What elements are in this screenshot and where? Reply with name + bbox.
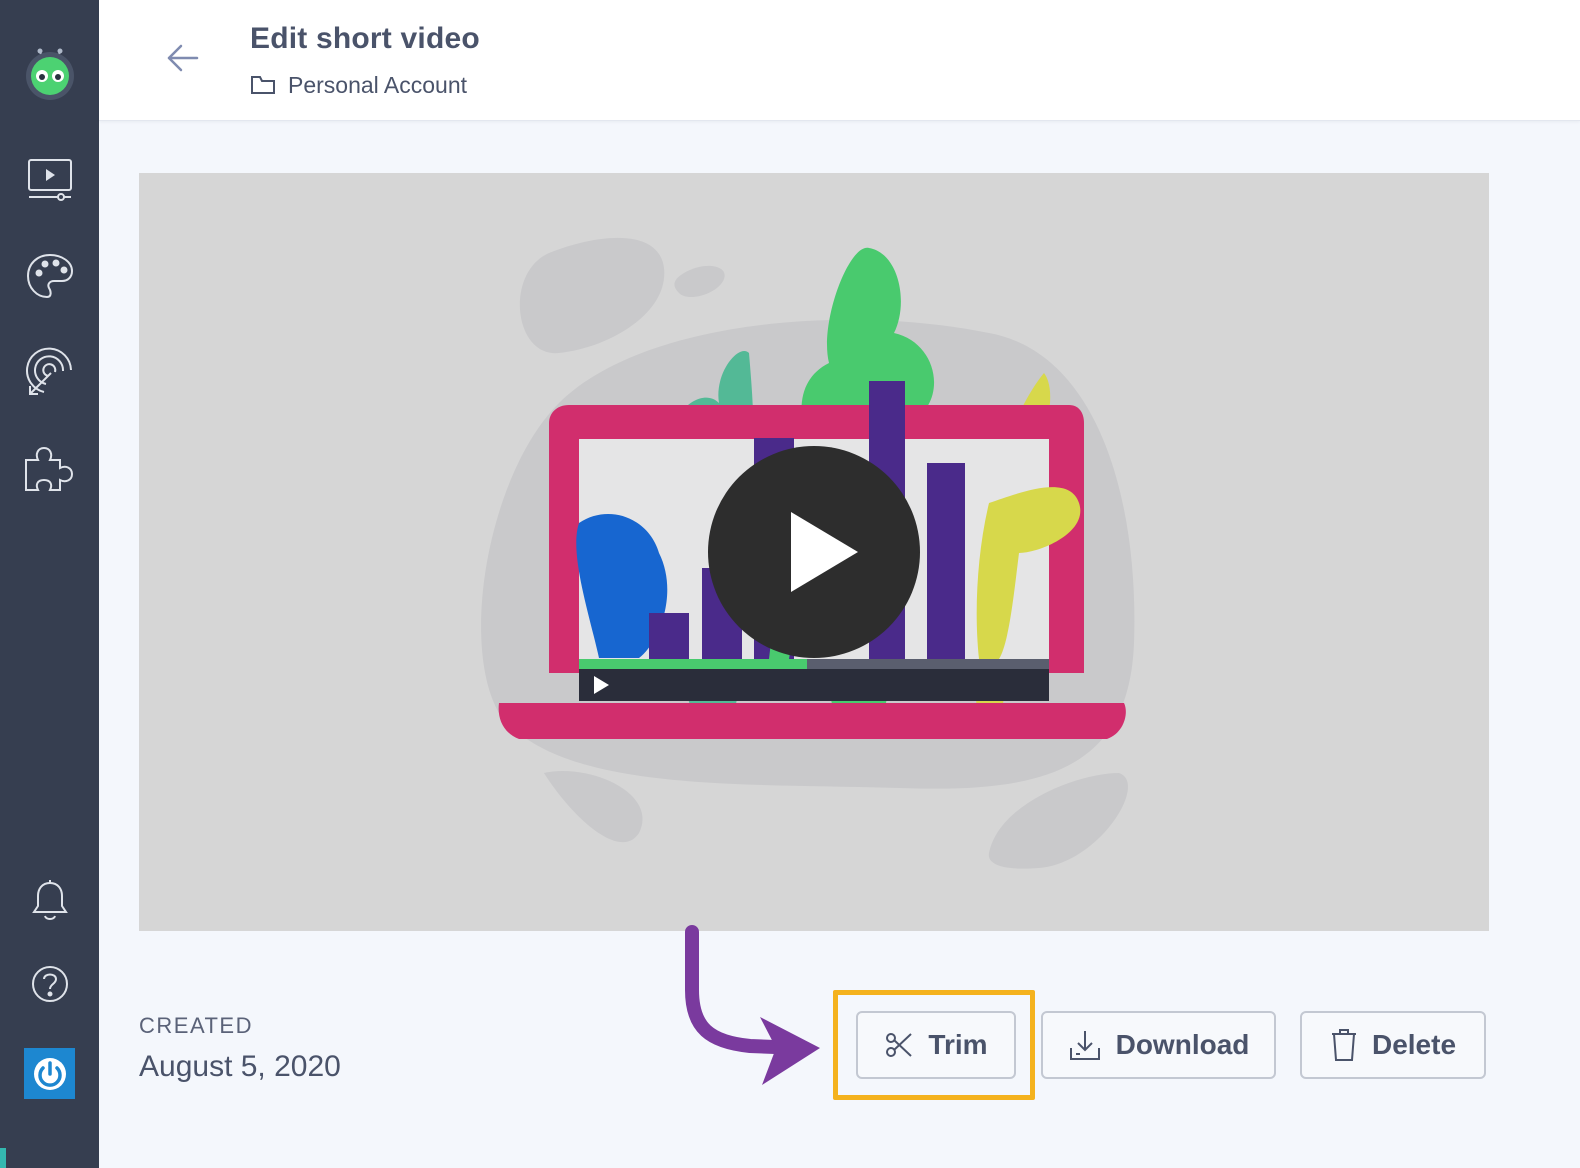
page-title: Edit short video [250,22,480,55]
bell-icon[interactable] [22,872,78,928]
delete-button[interactable]: Delete [1300,1011,1486,1079]
trash-icon [1331,1029,1356,1061]
breadcrumb-label: Personal Account [288,71,468,98]
play-icon [791,512,858,592]
play-button[interactable] [708,446,920,658]
sidebar [0,0,99,1168]
puzzle-piece-icon[interactable] [22,440,78,496]
power-icon [33,1057,66,1090]
download-icon [1069,1031,1100,1060]
palette-icon[interactable] [22,248,78,304]
delete-button-label: Delete [1371,1029,1457,1060]
created-label: CREATED [139,1013,253,1038]
trim-highlight-box [833,990,1035,1100]
created-date: August 5, 2020 [139,1050,341,1083]
video-preview[interactable] [139,173,1489,931]
download-button-label: Download [1115,1029,1250,1060]
breadcrumb[interactable]: Personal Account [250,70,467,100]
download-button[interactable]: Download [1041,1011,1276,1079]
app-logo[interactable] [22,44,78,100]
back-arrow-icon[interactable] [163,38,203,78]
video-player-icon[interactable] [22,152,78,208]
help-icon[interactable] [22,956,78,1012]
folder-icon [251,76,275,94]
power-button[interactable] [24,1048,75,1099]
page-header: Edit short video Personal Account [99,0,1580,121]
sidebar-accent [0,1148,6,1168]
target-icon[interactable] [22,344,78,400]
annotation-arrow [685,925,820,1085]
